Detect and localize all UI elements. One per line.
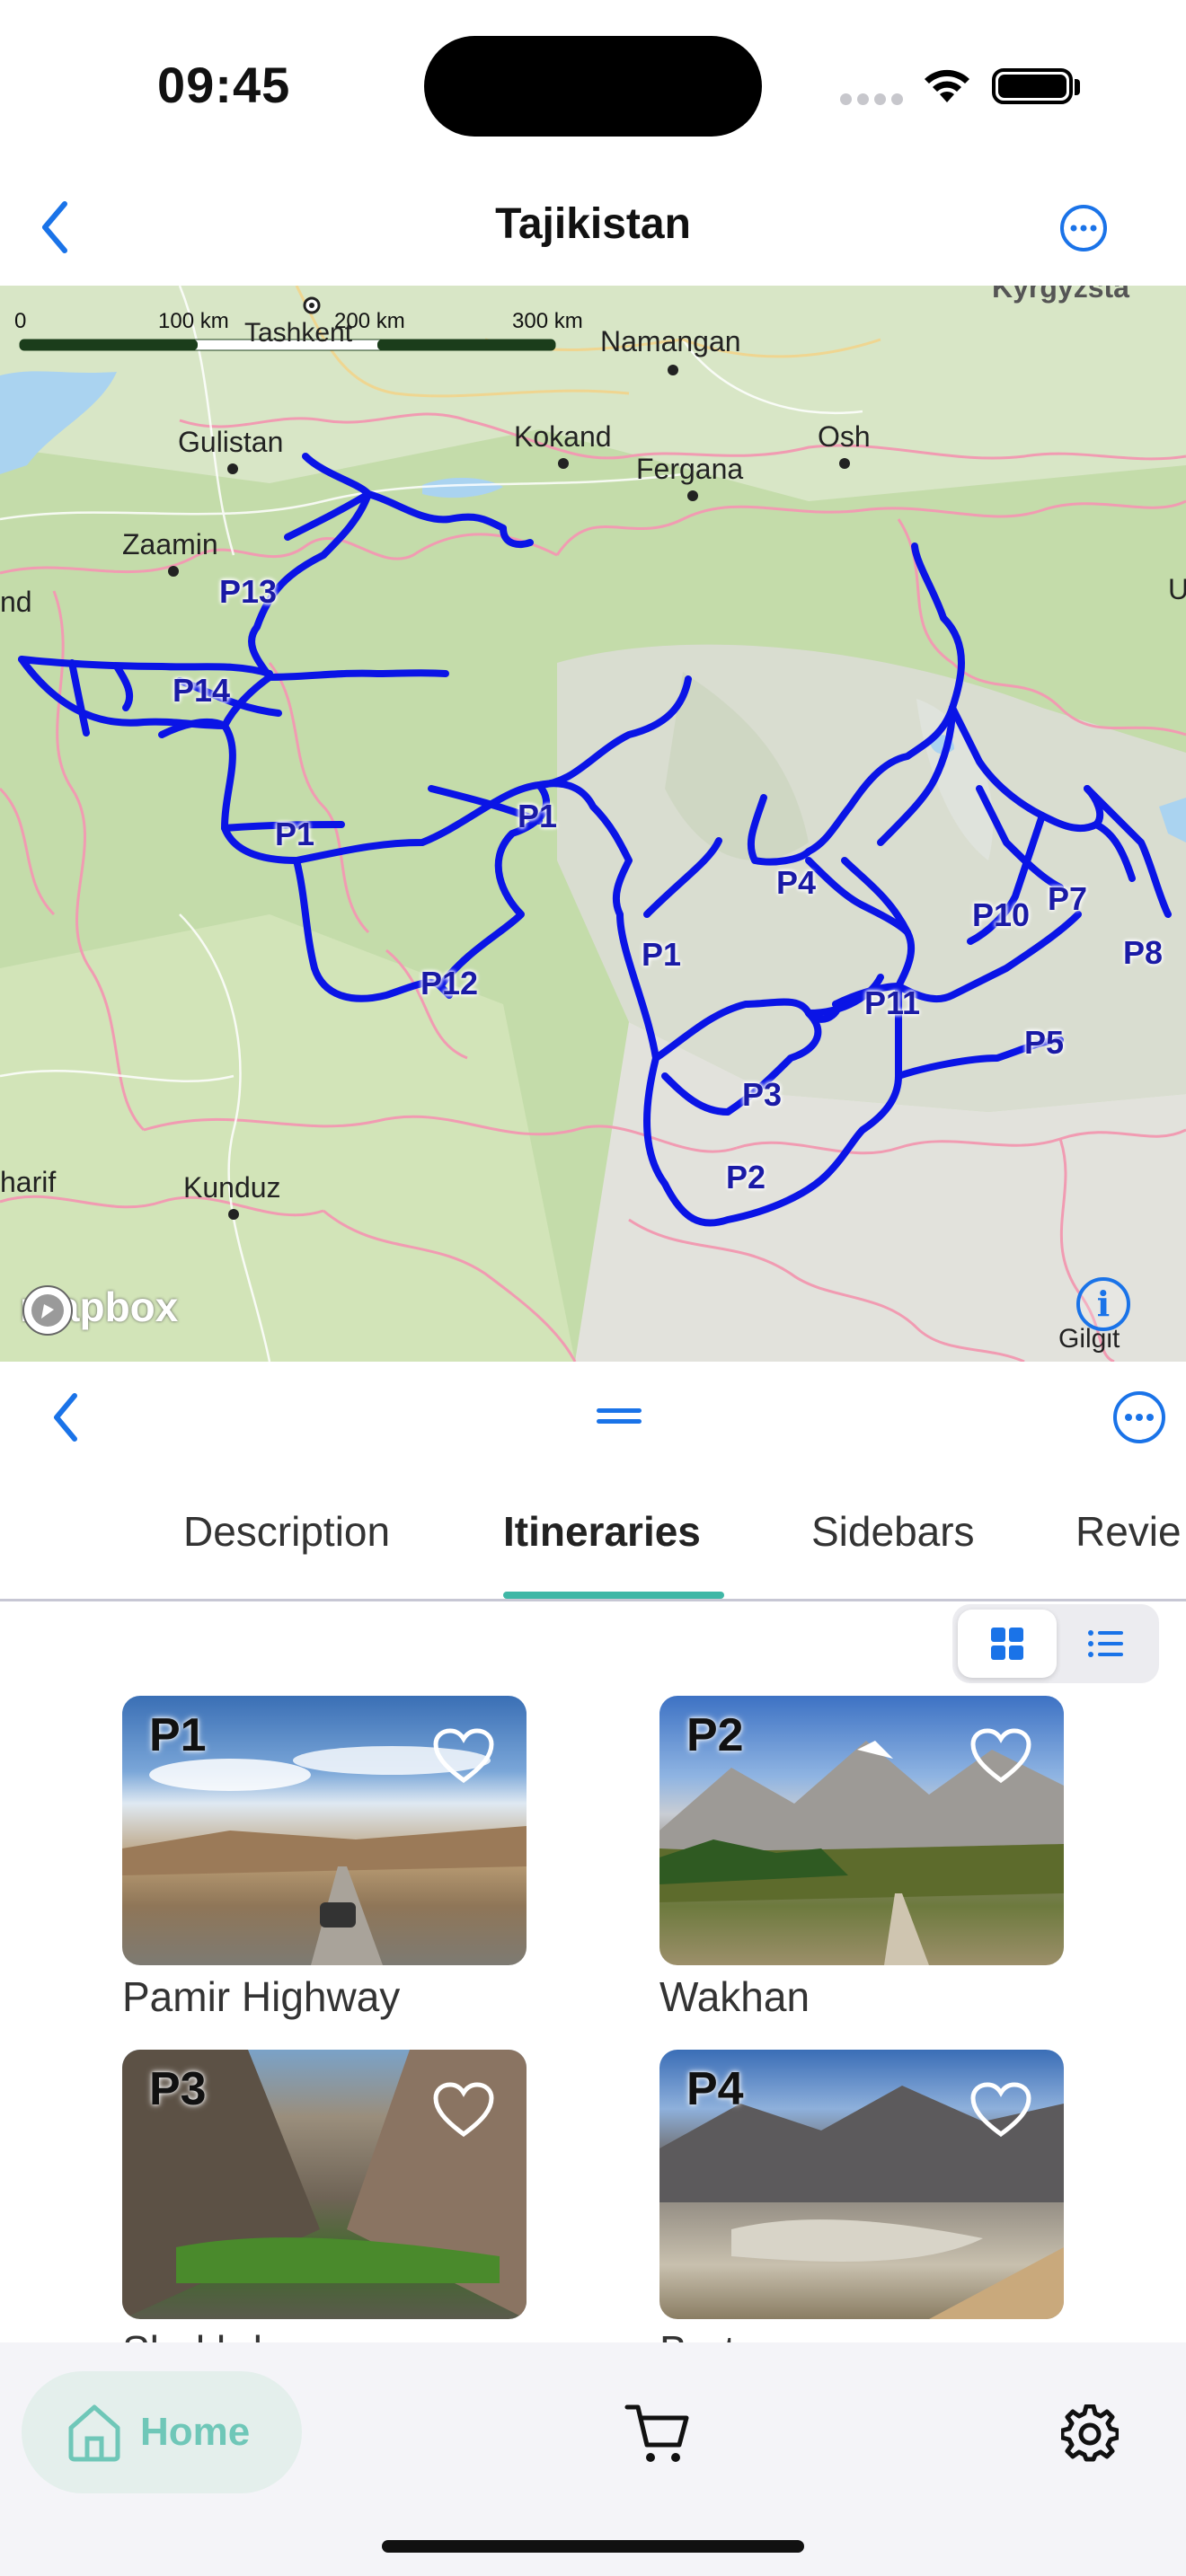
itinerary-photo: P3: [122, 2050, 527, 2319]
city-dot: [168, 566, 179, 577]
itinerary-code: P1: [149, 1709, 207, 1761]
route-label-p1[interactable]: P1: [642, 936, 681, 974]
itinerary-photo: P2: [659, 1696, 1064, 1965]
city-label-sharif-partial: harif: [0, 1166, 57, 1198]
city-dot: [558, 458, 569, 469]
itinerary-code: P2: [686, 1709, 744, 1761]
list-icon: [1088, 1630, 1123, 1657]
sheet-more-button[interactable]: [1111, 1389, 1168, 1446]
city-label-kunduz: Kunduz: [183, 1171, 281, 1204]
itinerary-photo: P1: [122, 1696, 527, 1965]
route-label-p8[interactable]: P8: [1123, 934, 1163, 972]
segment-tabs: Description Itineraries Sidebars Revie: [0, 1469, 1186, 1601]
navigation-bar: Tajikistan: [0, 171, 1186, 286]
route-label-p3[interactable]: P3: [742, 1076, 782, 1114]
bottom-tab-bar: Home: [0, 2342, 1186, 2576]
heart-icon[interactable]: [433, 2082, 494, 2138]
route-label-p14[interactable]: P14: [173, 672, 230, 710]
city-dot: [668, 365, 678, 375]
city-label-tashkent: Tashkent: [244, 318, 353, 348]
city-dot: [227, 463, 238, 474]
page-title: Tajikistan: [495, 200, 691, 248]
route-label-p5[interactable]: P5: [1024, 1024, 1064, 1062]
tab-home[interactable]: Home: [22, 2371, 302, 2493]
mapbox-icon: [22, 1285, 73, 1336]
list-view-button[interactable]: [1057, 1610, 1155, 1678]
scale-label-0: 0: [14, 309, 27, 333]
tab-cart[interactable]: [620, 2396, 695, 2472]
tab-itineraries[interactable]: Itineraries: [503, 1507, 701, 1556]
sheet-back-button[interactable]: [45, 1389, 86, 1446]
itinerary-card[interactable]: P3 Shokhdara: [122, 2050, 527, 2375]
city-label-samarkand-partial: nd: [0, 586, 32, 618]
itinerary-photo: P4: [659, 2050, 1064, 2319]
route-label-p13[interactable]: P13: [219, 573, 277, 611]
ellipsis-circle-icon: [1060, 205, 1107, 251]
route-label-p4[interactable]: P4: [776, 864, 816, 902]
sheet-header: [0, 1362, 1186, 1469]
itinerary-title: Wakhan: [659, 1973, 810, 2020]
map-info-button[interactable]: i: [1076, 1277, 1130, 1331]
route-label-p1[interactable]: P1: [275, 816, 314, 853]
map-view[interactable]: 0 100 km 200 km 300 km Tashkent Namangan…: [0, 286, 1186, 1362]
route-label-p1[interactable]: P1: [518, 798, 557, 835]
cellular-signal-icon: [840, 93, 912, 108]
itinerary-code: P4: [686, 2063, 744, 2115]
itinerary-card[interactable]: P1 Pamir Highway: [122, 1696, 527, 2021]
tab-reviews[interactable]: Revie: [1075, 1507, 1182, 1556]
itinerary-code: P3: [149, 2063, 207, 2115]
heart-icon[interactable]: [970, 2082, 1031, 2138]
grid-view-button[interactable]: [958, 1610, 1057, 1678]
battery-tip: [1075, 79, 1080, 95]
scale-label-300: 300 km: [512, 309, 583, 333]
ellipsis-circle-icon: [1113, 1391, 1165, 1443]
city-label-zaamin: Zaamin: [122, 528, 218, 560]
city-label-u-partial: U: [1168, 573, 1186, 605]
city-label-osh: Osh: [818, 420, 871, 453]
heart-icon[interactable]: [433, 1728, 494, 1784]
scale-label-100: 100 km: [158, 309, 229, 333]
heart-icon[interactable]: [970, 1728, 1031, 1784]
battery-icon: [992, 68, 1073, 104]
route-label-p12[interactable]: P12: [420, 965, 478, 1002]
wifi-icon: [925, 69, 969, 102]
cart-icon: [624, 2404, 689, 2462]
tab-home-label: Home: [140, 2410, 251, 2454]
view-mode-toggle: [952, 1604, 1159, 1683]
city-dot: [839, 458, 850, 469]
tab-sidebars[interactable]: Sidebars: [811, 1507, 975, 1556]
chevron-left-icon: [54, 1393, 77, 1442]
route-label-p11[interactable]: P11: [864, 984, 920, 1022]
city-dot: [228, 1209, 239, 1220]
active-tab-indicator: [503, 1592, 724, 1599]
status-time: 09:45: [157, 57, 291, 113]
home-indicator: [382, 2540, 804, 2553]
city-label-gulistan: Gulistan: [178, 426, 284, 458]
tab-settings[interactable]: [1055, 2398, 1125, 2468]
city-label-kokand: Kokand: [514, 420, 612, 453]
city-dot: [687, 490, 698, 501]
city-label-namangan: Namangan: [600, 325, 741, 357]
route-label-p2[interactable]: P2: [726, 1159, 766, 1196]
drag-handle-icon[interactable]: [597, 1408, 642, 1428]
gear-icon: [1061, 2404, 1119, 2462]
route-label-p10[interactable]: P10: [972, 896, 1030, 934]
country-label-kyrgyzstan: Kyrgyzsta: [992, 286, 1129, 304]
mapbox-logo[interactable]: mapbox: [20, 1283, 178, 1336]
status-bar: 09:45: [0, 0, 1186, 171]
more-button[interactable]: [1057, 201, 1111, 255]
route-label-p7[interactable]: P7: [1048, 880, 1087, 918]
itinerary-card[interactable]: P2 Wakhan: [659, 1696, 1064, 2021]
itinerary-card[interactable]: P4 Bartang: [659, 2050, 1064, 2375]
city-label-fergana: Fergana: [636, 453, 744, 485]
grid-icon: [991, 1628, 1023, 1660]
itinerary-title: Pamir Highway: [122, 1973, 401, 2020]
tab-description[interactable]: Description: [183, 1507, 390, 1556]
dynamic-island: [424, 36, 762, 137]
house-icon: [68, 2404, 120, 2462]
